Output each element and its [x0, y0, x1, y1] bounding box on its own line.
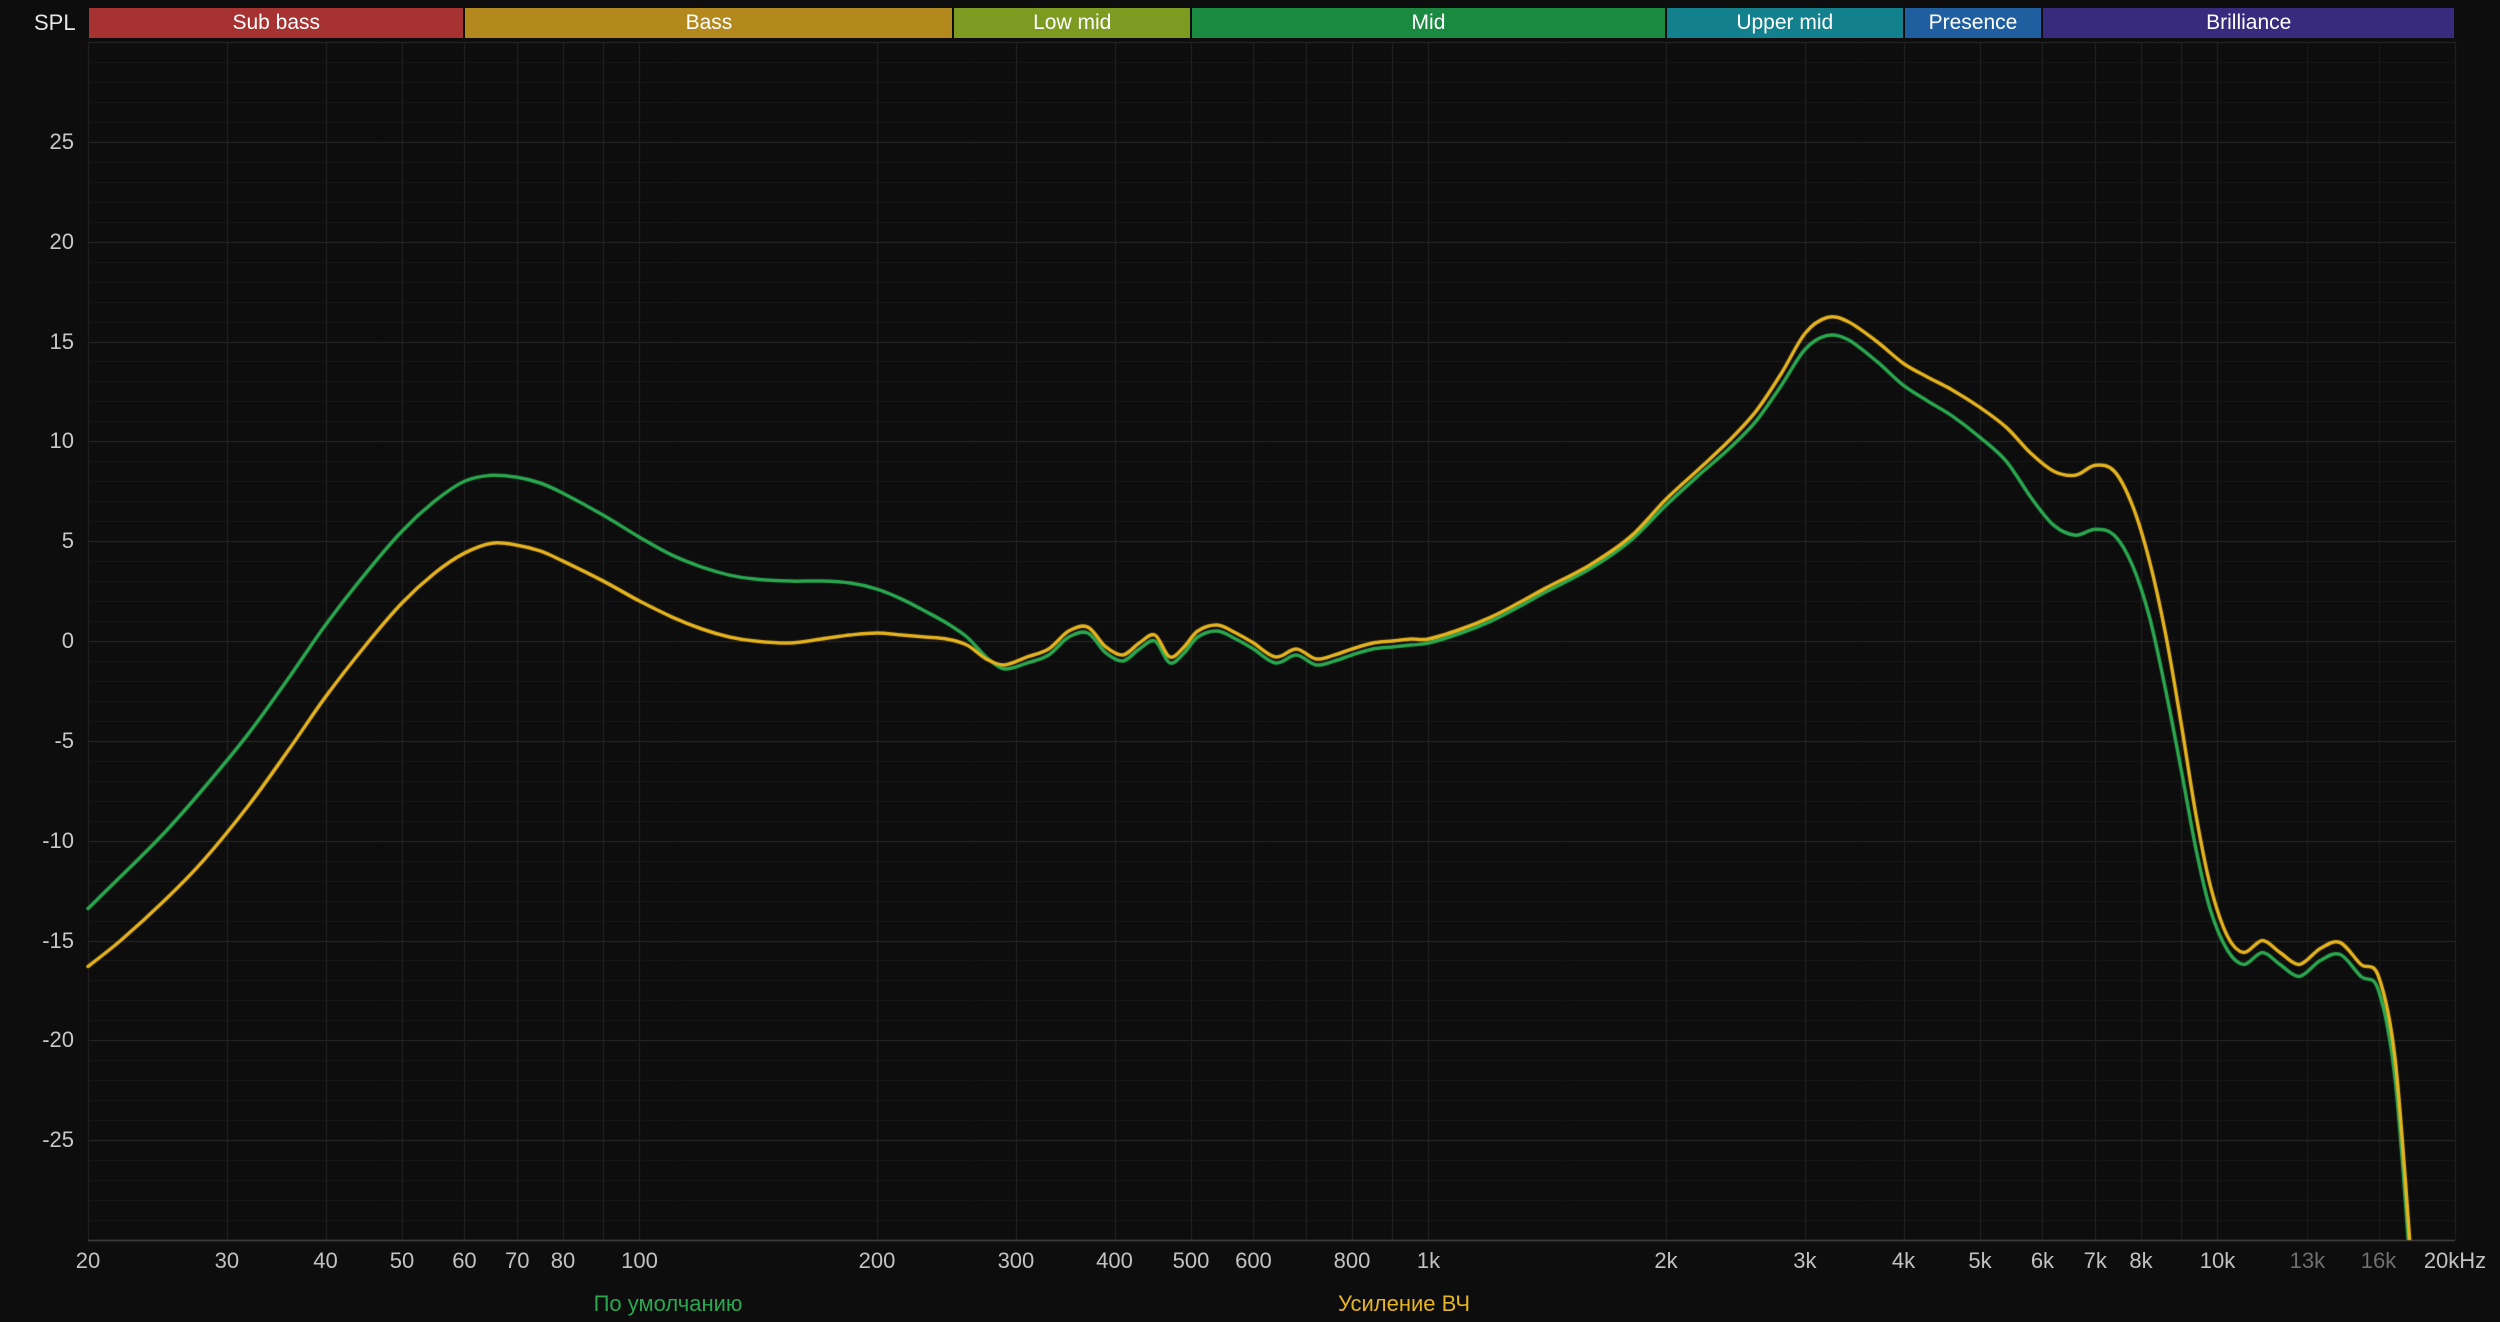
- frequency-band-bass: Bass: [465, 8, 953, 38]
- frequency-response-panel: SPL Sub bass Bass Low mid Mid Upper mid Prese…: [0, 0, 2500, 1322]
- frequency-band-mid: Mid: [1191, 8, 1665, 38]
- legend-item-default[interactable]: По умолчанию: [594, 1291, 743, 1317]
- frequency-band-low-mid: Low mid: [954, 8, 1190, 38]
- legend-item-treble-boost[interactable]: Усиление ВЧ: [1338, 1291, 1470, 1317]
- frequency-band-brilliance: Brilliance: [2043, 8, 2454, 38]
- fr-plot-canvas[interactable]: [0, 0, 2500, 1322]
- frequency-band-sub-bass: Sub bass: [89, 8, 464, 38]
- frequency-band-upper-mid: Upper mid: [1667, 8, 1903, 38]
- frequency-bands-bar: Sub bass Bass Low mid Mid Upper mid Presence B…: [0, 8, 2500, 38]
- frequency-band-presence: Presence: [1904, 8, 2042, 38]
